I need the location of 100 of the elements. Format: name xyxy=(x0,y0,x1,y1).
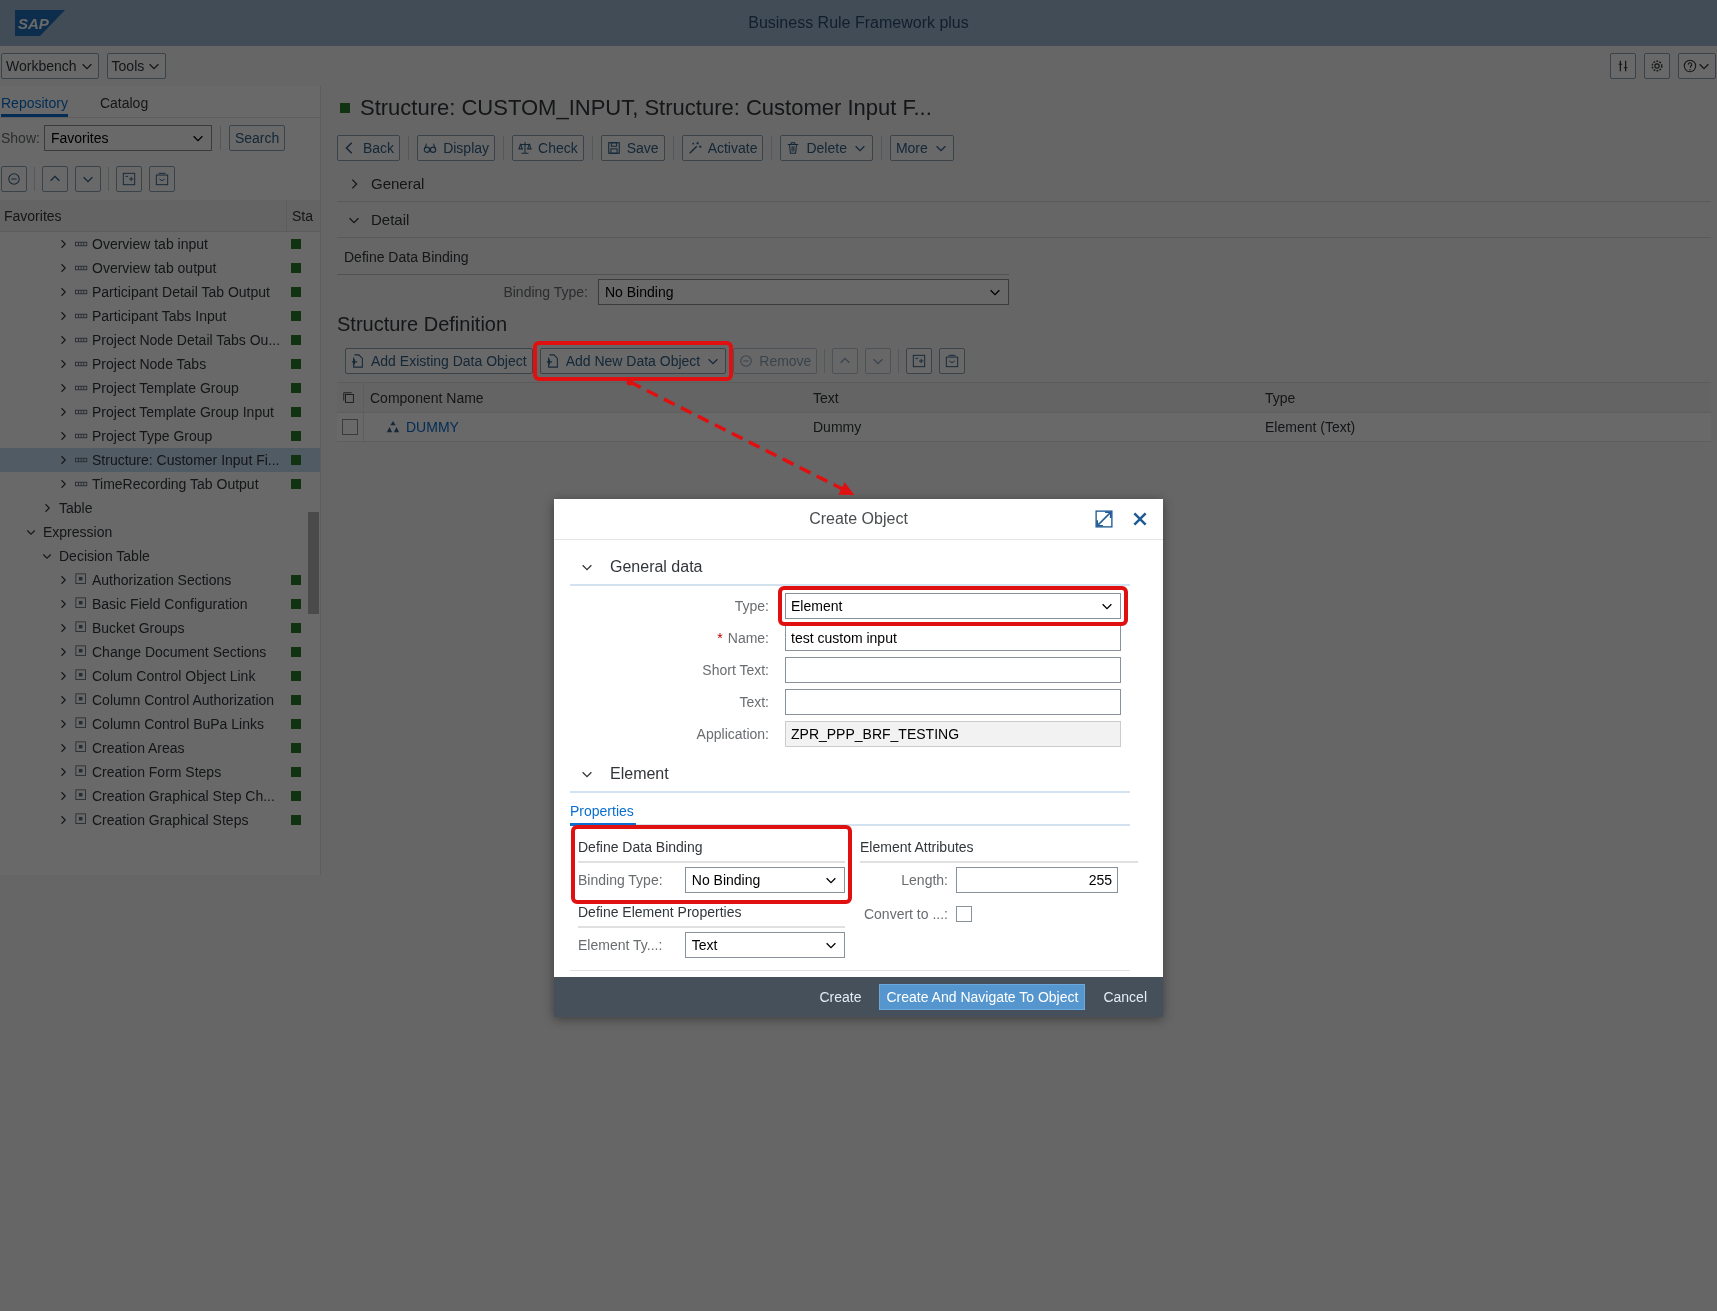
object-link[interactable]: DUMMY xyxy=(406,419,459,435)
toolbar-button[interactable]: Save xyxy=(600,135,665,161)
input-field[interactable]: test custom input xyxy=(785,625,1121,651)
binding-type-dropdown[interactable]: No Binding xyxy=(684,867,845,893)
status-indicator xyxy=(291,815,301,825)
status-indicator xyxy=(291,695,301,705)
field-label: Binding Type: xyxy=(503,284,588,300)
status-indicator xyxy=(291,623,301,633)
section-header[interactable]: General data xyxy=(570,550,1130,586)
trash-icon xyxy=(786,141,801,155)
table-icon xyxy=(75,645,89,659)
tree-item[interactable]: Project Template Group xyxy=(0,376,320,400)
table-icon xyxy=(75,621,89,635)
binding-type-dropdown[interactable]: No Binding xyxy=(598,279,1009,305)
expand-all-button[interactable] xyxy=(906,348,933,374)
toolbar-button[interactable]: Check xyxy=(512,135,584,161)
status-indicator xyxy=(291,647,301,657)
tree-item[interactable]: Project Type Group xyxy=(0,424,320,448)
tree-item[interactable]: Participant Tabs Input xyxy=(0,304,320,328)
move-down-button[interactable] xyxy=(75,166,101,192)
checkbox[interactable] xyxy=(956,906,972,922)
panel-tab[interactable]: Catalog xyxy=(99,95,149,117)
table-icon xyxy=(75,669,89,683)
tree-item[interactable]: Creation Form Steps xyxy=(0,760,320,784)
toolbar-button[interactable]: Delete xyxy=(780,135,873,161)
tab[interactable]: Properties xyxy=(570,803,636,826)
search-button[interactable]: Search xyxy=(228,125,286,151)
tree-item[interactable]: Creation Graphical Steps xyxy=(0,808,320,832)
row-checkbox[interactable] xyxy=(342,419,358,435)
tree-item[interactable]: Change Document Sections xyxy=(0,640,320,664)
collapse-all-button[interactable] xyxy=(149,166,175,192)
panel-header[interactable]: General xyxy=(337,166,1711,202)
menu-button[interactable]: Tools xyxy=(106,53,167,79)
tree-item[interactable]: Participant Detail Tab Output xyxy=(0,280,320,304)
toolbar-button[interactable]: Add New Data Object xyxy=(539,348,727,374)
section-heading: Define Element Properties xyxy=(578,897,845,928)
toolbar-button[interactable]: More xyxy=(889,135,954,161)
tree-item[interactable]: Column Control Authorization xyxy=(0,688,320,712)
table-icon xyxy=(75,717,89,731)
field-label: Binding Type: xyxy=(578,872,664,888)
status-indicator xyxy=(291,239,301,249)
column-header: Favorites xyxy=(0,199,287,232)
scrollbar[interactable] xyxy=(308,512,319,614)
tree-item[interactable]: Colum Control Object Link xyxy=(0,664,320,688)
panel-header[interactable]: Detail xyxy=(337,202,1711,238)
section-header[interactable]: Element xyxy=(570,757,1130,793)
dialog-button[interactable]: Cancel xyxy=(1097,984,1153,1010)
status-indicator xyxy=(291,359,301,369)
input-field[interactable]: 255 xyxy=(956,867,1118,893)
column-header: Text xyxy=(812,389,840,406)
expand-all-button[interactable] xyxy=(116,166,142,192)
tree-item[interactable]: Overview tab input xyxy=(0,232,320,256)
tree-item[interactable]: Project Node Tabs xyxy=(0,352,320,376)
tree-item[interactable]: Overview tab output xyxy=(0,256,320,280)
field-label: Application: xyxy=(696,726,769,742)
element-icon xyxy=(386,420,400,434)
collapse-icon xyxy=(945,354,960,368)
input-field[interactable] xyxy=(785,689,1121,715)
expand-icon xyxy=(912,354,927,368)
table-icon xyxy=(75,597,89,611)
tree-item[interactable]: TimeRecording Tab Output xyxy=(0,472,320,496)
help-button[interactable] xyxy=(1678,53,1716,79)
tree-item[interactable]: Column Control BuPa Links xyxy=(0,712,320,736)
status-indicator xyxy=(291,335,301,345)
status-indicator xyxy=(291,791,301,801)
input-field[interactable] xyxy=(785,657,1121,683)
show-dropdown[interactable]: Favorites xyxy=(43,125,212,151)
settings-icon xyxy=(1650,59,1664,73)
collapse-button[interactable] xyxy=(1,166,27,192)
dialog-button[interactable]: Create And Navigate To Object xyxy=(879,984,1086,1010)
tree-item[interactable]: Structure: Customer Input Fi... xyxy=(0,448,320,472)
tree-item[interactable]: Project Template Group Input xyxy=(0,400,320,424)
panel-tab[interactable]: Repository xyxy=(1,95,68,117)
collapse-all-button[interactable] xyxy=(939,348,966,374)
tree-item[interactable]: Creation Areas xyxy=(0,736,320,760)
dialog-button[interactable]: Create xyxy=(813,984,868,1010)
toolbar-button[interactable]: Activate xyxy=(681,135,764,161)
element-type-dropdown[interactable]: Text xyxy=(684,932,845,958)
table-icon xyxy=(75,789,89,803)
tree-item[interactable]: Bucket Groups xyxy=(0,616,320,640)
move-up-button[interactable] xyxy=(42,166,68,192)
tree-item[interactable]: Creation Graphical Step Ch... xyxy=(0,784,320,808)
toolbar-button[interactable]: Back xyxy=(337,135,401,161)
section-title: Structure Definition xyxy=(337,313,509,337)
field-label: Short Text: xyxy=(702,662,769,678)
close-icon xyxy=(1131,510,1149,528)
maximize-button[interactable] xyxy=(1093,508,1115,530)
status-indicator xyxy=(291,575,301,585)
add-document-icon xyxy=(351,354,365,368)
required-marker: * xyxy=(717,630,723,646)
tree-item[interactable]: Project Node Detail Tabs Ou... xyxy=(0,328,320,352)
input-field[interactable]: ZPR_PPP_BRF_TESTING xyxy=(785,721,1121,747)
column-header: Type xyxy=(1264,389,1297,406)
field-label: Convert to ...: xyxy=(862,906,948,922)
type-dropdown[interactable]: Element xyxy=(785,593,1121,619)
table-icon xyxy=(75,573,89,587)
toolbar-button[interactable]: Add Existing Data Object xyxy=(345,348,533,374)
toolbar-button[interactable]: Display xyxy=(417,135,496,161)
menu-button[interactable]: Workbench xyxy=(1,53,99,79)
status-indicator xyxy=(291,599,301,609)
